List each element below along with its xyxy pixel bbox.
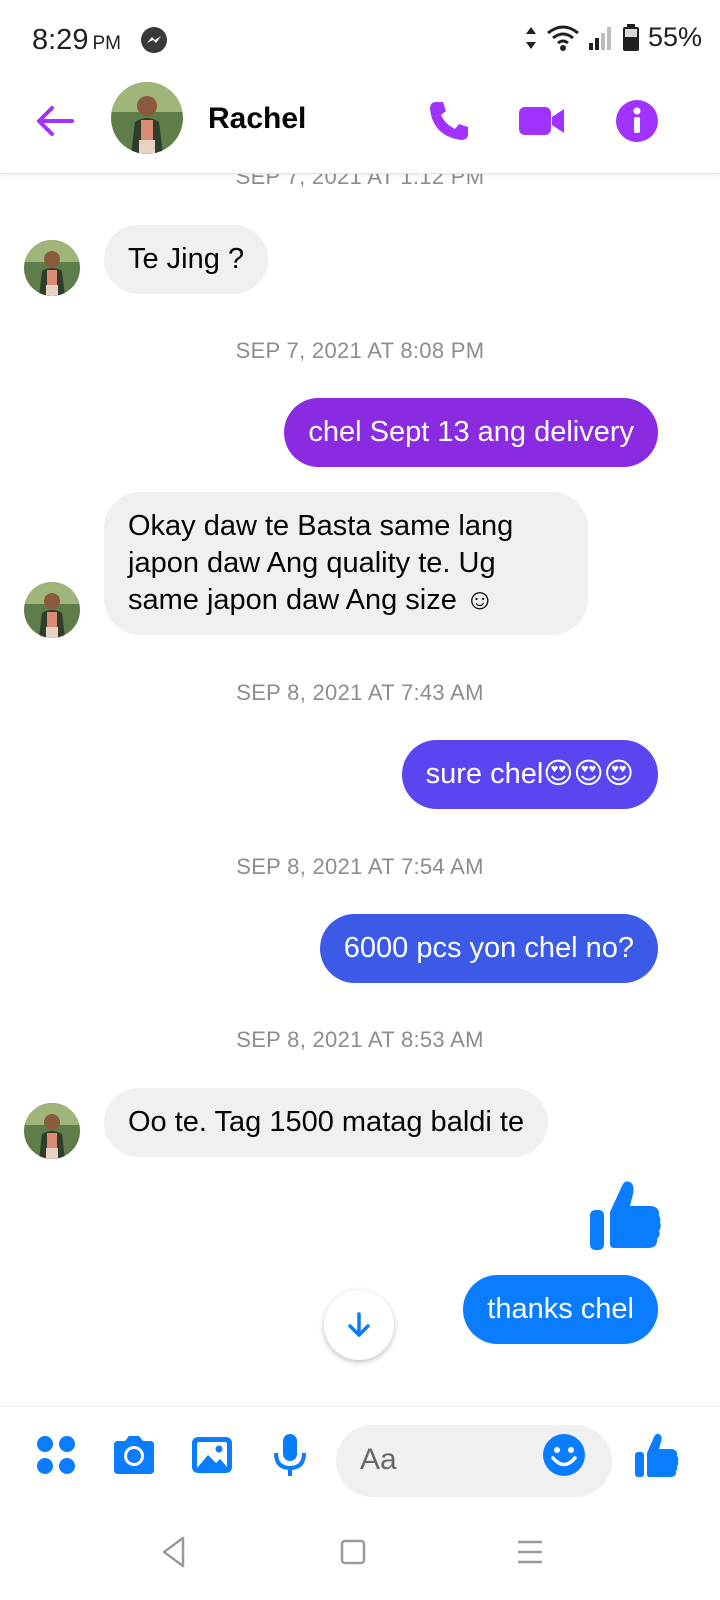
microphone-icon[interactable] xyxy=(266,1431,314,1479)
battery-icon xyxy=(622,23,639,51)
cell-signal-icon xyxy=(588,26,611,50)
message-text: 6000 pcs yon chel no? xyxy=(343,932,634,964)
camera-icon[interactable] xyxy=(110,1431,158,1479)
menu-lines-icon[interactable] xyxy=(508,1530,552,1574)
arrow-down-icon xyxy=(348,1312,370,1337)
video-camera-icon[interactable] xyxy=(517,96,567,146)
message-bubble-incoming[interactable]: Oo te. Tag 1500 matag baldi te xyxy=(104,1088,549,1157)
heart-eyes-emoji: 😍😍😍 xyxy=(543,758,634,790)
timestamp: SEP 7, 2021 AT 8:08 PM xyxy=(235,338,485,363)
message-composer: Aa xyxy=(0,1406,720,1506)
message-bubble-outgoing[interactable]: chel Sept 13 ang delivery xyxy=(284,398,658,467)
message-text: chel Sept 13 ang delivery xyxy=(308,416,634,448)
message-text: same japon daw Ang size xyxy=(128,584,457,616)
message-text-line: Okay daw te Basta same lang xyxy=(128,510,514,542)
sender-avatar[interactable] xyxy=(24,1103,80,1159)
sender-avatar[interactable] xyxy=(24,582,80,638)
contact-name[interactable]: Rachel xyxy=(208,102,306,136)
message-text-line: japon daw Ang quality te. Ug xyxy=(128,547,496,579)
message-list[interactable]: SEP 7, 2021 AT 1:12 PM Te Jing ? SEP 7, … xyxy=(0,174,720,1406)
timestamp: SEP 7, 2021 AT 1:12 PM xyxy=(235,174,485,189)
message-text-line: same japon daw Ang size ☺ xyxy=(128,582,564,619)
home-square-icon[interactable] xyxy=(331,1530,375,1574)
chat-header: Rachel xyxy=(0,78,720,174)
emoji-icon[interactable] xyxy=(540,1431,588,1479)
message-text: Oo te. Tag 1500 matag baldi te xyxy=(128,1106,525,1138)
timestamp: SEP 8, 2021 AT 7:54 AM xyxy=(236,854,484,879)
status-indicators: 55% xyxy=(524,22,702,53)
battery-percent: 55% xyxy=(647,22,702,52)
status-bar: 8:29 PM 55% xyxy=(0,0,720,78)
messenger-icon xyxy=(141,27,167,53)
message-bubble-incoming[interactable]: Okay daw te Basta same lang japon daw An… xyxy=(104,492,588,635)
wifi-icon xyxy=(547,25,579,51)
system-nav-bar xyxy=(0,1506,720,1600)
message-bubble-outgoing[interactable]: thanks chel xyxy=(463,1275,658,1344)
message-text: Te Jing ? xyxy=(128,243,245,275)
message-input-placeholder: Aa xyxy=(360,1443,397,1476)
contact-avatar[interactable] xyxy=(111,82,183,154)
apps-icon[interactable] xyxy=(32,1431,80,1479)
thumbs-up-icon[interactable] xyxy=(632,1431,680,1479)
status-time-value: 8:29 xyxy=(32,24,89,56)
status-time: 8:29 PM xyxy=(32,24,121,57)
back-triangle-icon[interactable] xyxy=(152,1530,196,1574)
smiling-emoji: ☺ xyxy=(464,584,495,616)
message-text: thanks chel xyxy=(487,1293,634,1325)
info-icon[interactable] xyxy=(612,96,662,146)
scroll-to-bottom-button[interactable] xyxy=(324,1290,394,1360)
timestamp: SEP 8, 2021 AT 8:53 AM xyxy=(236,1027,484,1052)
arrow-left-icon[interactable] xyxy=(32,98,78,144)
data-arrows-icon xyxy=(525,26,536,49)
phone-icon[interactable] xyxy=(424,96,474,146)
message-bubble-incoming[interactable]: Te Jing ? xyxy=(104,225,269,294)
sender-avatar[interactable] xyxy=(24,240,80,296)
gallery-icon[interactable] xyxy=(188,1431,236,1479)
message-text: sure chel xyxy=(425,758,544,790)
message-bubble-outgoing[interactable]: 6000 pcs yon chel no? xyxy=(319,914,658,983)
timestamp: SEP 8, 2021 AT 7:43 AM xyxy=(236,680,484,705)
thumbs-up-icon[interactable] xyxy=(588,1178,662,1252)
status-ampm: PM xyxy=(92,33,121,54)
message-bubble-outgoing[interactable]: sure chel😍😍😍 xyxy=(401,740,658,809)
